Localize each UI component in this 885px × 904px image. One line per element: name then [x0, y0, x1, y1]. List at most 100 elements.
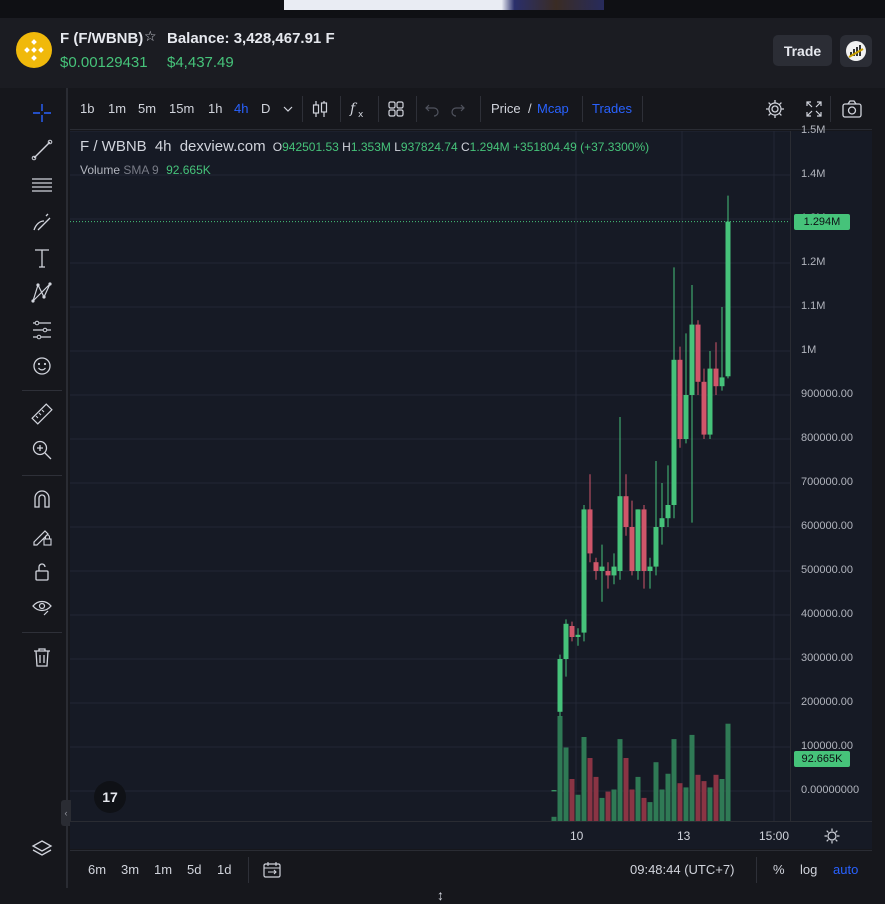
price-axis[interactable]: 1.5M1.4M1.3M1.2M1.1M1M900000.00800000.00… — [790, 124, 872, 821]
zoom-in-icon[interactable] — [28, 437, 56, 463]
trash-icon[interactable] — [28, 644, 56, 670]
price-tick: 300000.00 — [801, 652, 853, 664]
timeframe-5m[interactable]: 5m — [138, 101, 156, 116]
candle — [647, 557, 653, 589]
pattern-tool-icon[interactable] — [28, 280, 56, 306]
range-5d[interactable]: 5d — [187, 862, 201, 877]
candle-body — [647, 566, 653, 571]
candle — [653, 461, 659, 576]
candles-style-icon[interactable] — [308, 97, 332, 121]
range-3m[interactable]: 3m — [121, 862, 139, 877]
volume-bar — [695, 774, 701, 821]
auto-scale-toggle[interactable]: auto — [833, 862, 858, 877]
indicators-icon[interactable]: fx — [346, 97, 370, 121]
camera-icon[interactable] — [840, 97, 864, 121]
volume-badge: 92.665K — [794, 751, 850, 767]
price-native: $0.00129431 — [60, 54, 148, 71]
ruler-icon[interactable] — [28, 401, 56, 427]
trend-line-icon[interactable] — [28, 137, 56, 163]
date-range-icon[interactable] — [260, 858, 284, 882]
prediction-tool-icon[interactable] — [28, 317, 56, 343]
candle — [581, 505, 587, 642]
candle — [689, 285, 695, 523]
volume-bar — [665, 773, 671, 821]
price-tick: 700000.00 — [801, 476, 853, 488]
svg-text:f: f — [349, 101, 358, 117]
horizontal-lines-icon[interactable] — [28, 172, 56, 198]
timeframe-1b[interactable]: 1b — [80, 101, 94, 116]
layout-grid-icon[interactable] — [384, 97, 408, 121]
timeframe-15m[interactable]: 15m — [169, 101, 194, 116]
volume-bar — [683, 787, 689, 821]
range-1d[interactable]: 1d — [217, 862, 231, 877]
chart-plot-area[interactable]: F / WBNB 4h dexview.com O942501.53 H1.35… — [70, 130, 790, 821]
price-tick: 1.4M — [801, 168, 826, 180]
candle — [671, 267, 677, 519]
timeframe-4h[interactable]: 4h — [234, 101, 248, 116]
timeframe-1m[interactable]: 1m — [108, 101, 126, 116]
candle-body — [569, 626, 575, 637]
trade-button[interactable]: Trade — [773, 35, 832, 66]
text-tool-icon[interactable] — [28, 245, 56, 271]
account-avatar-icon[interactable] — [840, 35, 872, 67]
crosshair-icon[interactable] — [28, 100, 56, 126]
unlock-icon[interactable] — [28, 559, 56, 585]
star-icon[interactable]: ☆ — [144, 28, 157, 45]
candle — [599, 544, 605, 602]
candle-body — [671, 359, 677, 505]
candle-body — [593, 562, 599, 571]
price-toggle[interactable]: Price — [491, 101, 521, 116]
percent-scale-toggle[interactable]: % — [773, 862, 785, 877]
magnet-icon[interactable] — [28, 486, 56, 512]
candle-body — [629, 527, 635, 571]
brush-icon[interactable] — [28, 209, 56, 235]
candle — [665, 465, 671, 527]
fullscreen-icon[interactable] — [802, 97, 826, 121]
volume-bar — [623, 758, 629, 821]
volume-bar — [713, 774, 719, 821]
range-6m[interactable]: 6m — [88, 862, 106, 877]
tradingview-logo[interactable]: 17 — [94, 781, 126, 813]
timeframe-d[interactable]: D — [261, 101, 270, 116]
log-scale-toggle[interactable]: log — [800, 862, 817, 877]
undo-icon[interactable] — [420, 97, 444, 121]
redo-icon[interactable] — [446, 97, 470, 121]
range-1m[interactable]: 1m — [154, 862, 172, 877]
volume-legend: Volume SMA 9 92.665K — [80, 163, 211, 177]
candle-body — [599, 566, 605, 571]
settings-gear-icon[interactable] — [763, 97, 787, 121]
app-root: F (F/WBNB) ☆ Balance: 3,428,467.91 F $0.… — [0, 0, 885, 904]
axis-settings-icon[interactable] — [820, 824, 844, 848]
resize-handle-icon[interactable]: ↕ — [437, 887, 444, 903]
volume-bar — [605, 791, 611, 821]
candle-body — [665, 505, 671, 519]
candle — [569, 621, 575, 642]
candle — [617, 417, 623, 580]
banner-ad[interactable] — [284, 0, 604, 10]
lock-drawing-icon[interactable] — [28, 523, 56, 549]
legend-high-label: H — [342, 140, 351, 154]
layers-icon[interactable] — [28, 836, 56, 862]
token-header: F (F/WBNB) ☆ Balance: 3,428,467.91 F $0.… — [0, 18, 885, 88]
chevron-down-icon[interactable] — [276, 97, 300, 121]
volume-bar — [671, 739, 677, 821]
eye-icon[interactable] — [28, 594, 56, 620]
candle-body — [557, 659, 563, 712]
candle-body — [575, 634, 581, 637]
candle-body — [641, 509, 647, 571]
clock-time[interactable]: 09:48:44 (UTC+7) — [630, 862, 734, 877]
trades-toggle[interactable]: Trades — [592, 101, 632, 116]
candle-body — [611, 566, 617, 576]
price-tick: 1M — [801, 344, 817, 356]
volume-bar — [677, 783, 683, 821]
candle — [707, 351, 713, 439]
candle-body — [635, 509, 641, 571]
legend-close-label: C — [460, 140, 470, 154]
candle — [677, 346, 683, 448]
timeframe-1h[interactable]: 1h — [208, 101, 222, 116]
mcap-toggle[interactable]: Mcap — [537, 101, 569, 116]
time-axis[interactable]: 10 13 15:00 — [70, 821, 872, 849]
pair-name: F (F/WBNB) — [60, 30, 144, 47]
emoji-icon[interactable] — [28, 353, 56, 379]
candle-body — [617, 496, 623, 571]
